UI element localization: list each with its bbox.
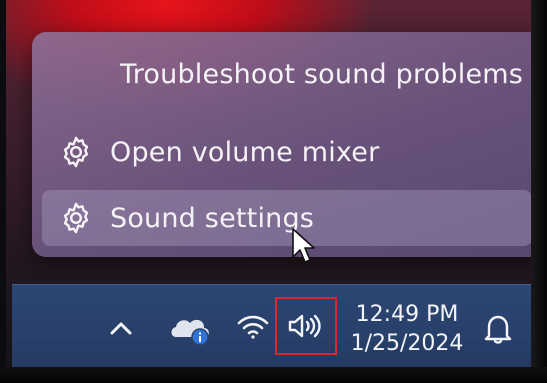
volume-icon[interactable] [275,297,337,355]
menu-item-label: Troubleshoot sound problems [120,58,524,90]
menu-item-label: Sound settings [110,202,315,234]
wifi-icon[interactable] [234,309,272,345]
monitor-bezel-bottom [0,367,547,383]
monitor-bezel-right [531,0,547,383]
gear-icon [56,132,96,172]
menu-item-sound-settings[interactable]: Sound settings [42,190,532,246]
clock-time: 12:49 PM [355,302,459,327]
gear-icon [56,198,96,238]
bell-icon[interactable] [478,309,518,349]
taskbar-clock[interactable]: 12:49 PM 1/25/2024 [342,297,472,363]
clock-date: 1/25/2024 [350,331,464,356]
menu-item-troubleshoot-sound[interactable]: Troubleshoot sound problems [42,46,532,102]
mouse-pointer-icon [292,228,315,263]
chevron-up-icon[interactable] [106,313,136,343]
taskbar: 12:49 PM 1/25/2024 [12,284,536,371]
desktop-screen: Troubleshoot sound problems Open volume … [6,0,536,372]
onedrive-icon[interactable] [168,311,214,347]
volume-context-menu: Troubleshoot sound problems Open volume … [32,32,536,257]
menu-item-label: Open volume mixer [110,136,380,168]
menu-item-open-volume-mixer[interactable]: Open volume mixer [42,124,532,180]
